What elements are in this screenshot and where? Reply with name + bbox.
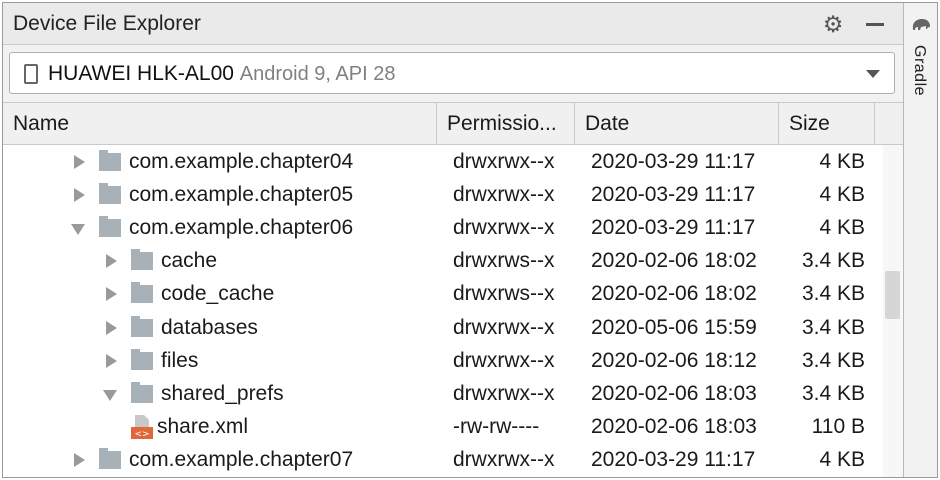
file-permissions: drwxrwx--x <box>453 382 555 405</box>
gear-icon[interactable]: ⚙ <box>821 12 845 36</box>
file-tree: com.example.chapter04 drwxrwx--x 2020-03-2… <box>3 145 883 477</box>
expand-arrow-closed-icon[interactable] <box>103 277 121 310</box>
expand-arrow-closed-icon[interactable] <box>71 178 89 211</box>
expand-arrow-closed-icon[interactable] <box>71 443 89 476</box>
table-row[interactable]: cache drwxrws--x 2020-02-06 18:02 3.4 KB <box>3 244 883 277</box>
file-name: databases <box>161 316 258 339</box>
vertical-scrollbar[interactable] <box>883 145 903 477</box>
file-name: com.example.chapter04 <box>129 150 354 173</box>
expand-arrow-closed-icon[interactable] <box>71 145 89 178</box>
device-label: HUAWEI HLK-AL00 Android 9, API 28 <box>48 62 395 86</box>
file-size: 4 KB <box>819 183 865 206</box>
folder-icon <box>99 216 121 237</box>
folder-icon <box>131 349 153 370</box>
table-row[interactable]: files drwxrwx--x 2020-02-06 18:12 3.4 KB <box>3 344 883 377</box>
file-size: 110 B <box>811 415 865 438</box>
file-date: 2020-03-29 11:17 <box>591 448 756 471</box>
table-row[interactable]: <> share.xml -rw-rw---- 2020-02-06 18:03 110… <box>3 410 883 443</box>
file-size: 3.4 KB <box>801 382 865 405</box>
table-row[interactable]: com.example.chapter05 drwxrwx--x 2020-03-2… <box>3 178 883 211</box>
file-date: 2020-05-06 15:59 <box>591 316 757 339</box>
elephant-icon[interactable] <box>910 15 932 35</box>
device-version: Android 9, API 28 <box>239 63 396 85</box>
file-permissions: drwxrwx--x <box>453 183 555 206</box>
file-date: 2020-02-06 18:02 <box>591 249 757 272</box>
file-date: 2020-02-06 18:12 <box>591 349 757 372</box>
file-permissions: drwxrwx--x <box>453 448 555 471</box>
svg-text:<>: <> <box>134 430 149 440</box>
expand-arrow-closed-icon[interactable] <box>103 311 121 344</box>
file-size: 4 KB <box>819 150 865 173</box>
column-header-date[interactable]: Date <box>575 103 779 145</box>
file-permissions: drwxrwx--x <box>453 150 555 173</box>
table-row[interactable]: com.example.chapter06 drwxrwx--x 2020-03-2… <box>3 211 883 244</box>
file-permissions: -rw-rw---- <box>453 415 540 438</box>
file-name: com.example.chapter06 <box>129 216 354 239</box>
file-size: 4 KB <box>819 216 865 239</box>
window-title: Device File Explorer <box>13 12 201 35</box>
file-name: code_cache <box>161 282 275 305</box>
file-name: com.example.chapter07 <box>129 448 354 471</box>
expand-arrow-closed-icon[interactable] <box>103 344 121 377</box>
title-bar: Device File Explorer ⚙ <box>3 3 903 45</box>
folder-icon <box>131 249 153 270</box>
scrollbar-thumb[interactable] <box>885 271 900 319</box>
file-date: 2020-03-29 11:17 <box>591 216 756 239</box>
file-size: 4 KB <box>819 448 865 471</box>
table-row[interactable]: com.example.chapter04 drwxrwx--x 2020-03-2… <box>3 145 883 178</box>
folder-icon <box>131 382 153 403</box>
column-header-name[interactable]: Name <box>3 103 437 145</box>
column-header-permissions[interactable]: Permissio... <box>437 103 575 145</box>
file-permissions: drwxrwx--x <box>453 216 555 239</box>
table-header: Name Permissio... Date Size <box>3 103 903 145</box>
table-row[interactable]: databases drwxrwx--x 2020-05-06 15:59 3.4 K… <box>3 311 883 344</box>
expand-arrow-open-icon[interactable] <box>103 377 121 410</box>
table-row[interactable]: code_cache drwxrws--x 2020-02-06 18:02 3.4 … <box>3 277 883 310</box>
device-bar: HUAWEI HLK-AL00 Android 9, API 28 <box>3 45 903 103</box>
file-date: 2020-03-29 11:17 <box>591 150 756 173</box>
side-tool-strip: Gradle <box>903 3 937 477</box>
minimize-icon[interactable] <box>863 12 887 36</box>
file-size: 3.4 KB <box>801 316 865 339</box>
table-row[interactable]: com.example.chapter07 drwxrwx--x 2020-03-2… <box>3 443 883 476</box>
file-permissions: drwxrws--x <box>453 249 555 272</box>
folder-icon <box>99 183 121 204</box>
table-row[interactable]: shared_prefs drwxrwx--x 2020-02-06 18:03 3.… <box>3 377 883 410</box>
file-size: 3.4 KB <box>801 282 865 305</box>
xml-file-icon: <> <box>131 415 153 440</box>
device-file-explorer-window: Device File Explorer ⚙ HUAWEI HLK-AL00 A… <box>2 2 938 478</box>
device-selector[interactable]: HUAWEI HLK-AL00 Android 9, API 28 <box>9 52 895 94</box>
folder-icon <box>131 282 153 303</box>
gradle-tab[interactable]: Gradle <box>910 45 928 96</box>
folder-icon <box>131 316 153 337</box>
device-name: HUAWEI HLK-AL00 <box>48 62 234 85</box>
file-name: com.example.chapter05 <box>129 183 354 206</box>
file-permissions: drwxrws--x <box>453 282 555 305</box>
folder-icon <box>99 150 121 171</box>
file-date: 2020-02-06 18:03 <box>591 382 757 405</box>
file-size: 3.4 KB <box>801 249 865 272</box>
expand-arrow-open-icon[interactable] <box>71 211 89 244</box>
file-name: shared_prefs <box>161 382 284 405</box>
file-date: 2020-02-06 18:03 <box>591 415 757 438</box>
file-name: files <box>161 349 199 372</box>
file-permissions: drwxrwx--x <box>453 316 555 339</box>
file-name: share.xml <box>157 415 249 438</box>
phone-icon <box>24 64 38 84</box>
file-size: 3.4 KB <box>801 349 865 372</box>
expand-arrow-closed-icon[interactable] <box>103 244 121 277</box>
file-name: cache <box>161 249 218 272</box>
chevron-down-icon[interactable] <box>866 70 880 78</box>
file-permissions: drwxrwx--x <box>453 349 555 372</box>
column-header-size[interactable]: Size <box>779 103 875 145</box>
folder-icon <box>99 448 121 469</box>
file-date: 2020-02-06 18:02 <box>591 282 757 305</box>
file-date: 2020-03-29 11:17 <box>591 183 756 206</box>
